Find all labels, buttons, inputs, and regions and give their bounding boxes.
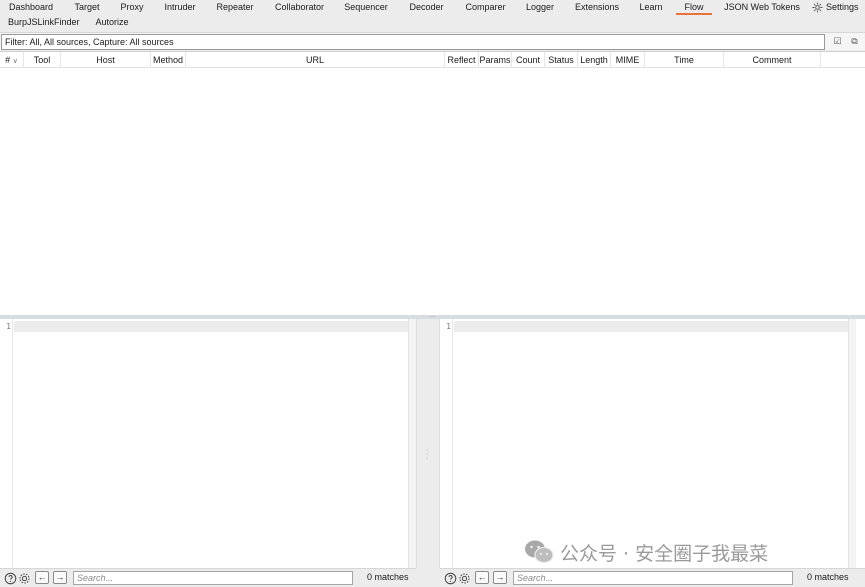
tab-autorize[interactable]: Autorize [94, 15, 130, 29]
tab-burpjslinkfinder[interactable]: BurpJSLinkFinder [8, 15, 80, 29]
response-search-bar: ← → Search... 0 matches [440, 568, 865, 587]
column-header-method[interactable]: Method [151, 52, 186, 68]
previous-match-button[interactable]: ← [475, 571, 489, 584]
column-number-label: # [5, 55, 11, 65]
column-header-host[interactable]: Host [61, 52, 151, 68]
tab-decoder[interactable]: Decoder [408, 0, 445, 14]
column-header-length[interactable]: Length [578, 52, 611, 68]
checkbox-icon[interactable]: ☑ [832, 36, 843, 47]
arrow-left-icon: ← [477, 572, 487, 582]
request-editor[interactable]: 1 [0, 319, 416, 568]
line-number: 1 [6, 322, 11, 331]
column-header-mime[interactable]: MIME [611, 52, 645, 68]
arrow-left-icon: ← [37, 572, 47, 582]
column-header-params[interactable]: Params [479, 52, 512, 68]
column-header-status[interactable]: Status [545, 52, 578, 68]
current-line-highlight [14, 321, 409, 332]
popout-icon[interactable]: ⧉ [849, 36, 860, 47]
tab-logger[interactable]: Logger [525, 0, 555, 14]
gear-icon [18, 572, 30, 584]
tab-target[interactable]: Target [72, 0, 102, 14]
settings-button[interactable]: Settings [812, 0, 859, 14]
column-header-tool[interactable]: Tool [24, 52, 61, 68]
tab-intruder[interactable]: Intruder [163, 0, 197, 14]
vertical-scrollbar[interactable] [408, 319, 416, 568]
tab-extensions[interactable]: Extensions [574, 0, 620, 14]
tab-repeater[interactable]: Repeater [215, 0, 255, 14]
vertical-splitter[interactable]: · · · [416, 319, 440, 568]
tab-comparer[interactable]: Comparer [464, 0, 507, 14]
column-header-count[interactable]: Count [512, 52, 545, 68]
arrow-right-icon: → [495, 572, 505, 582]
search-settings-button[interactable] [17, 571, 31, 585]
line-number-gutter: 1 [440, 319, 453, 568]
tab-json-web-tokens[interactable]: JSON Web Tokens [724, 0, 800, 14]
line-number-gutter: 1 [0, 319, 13, 568]
match-count: 0 matches [367, 572, 409, 582]
request-search-bar: ← → Search... 0 matches [0, 568, 416, 587]
tab-learn[interactable]: Learn [638, 0, 664, 14]
help-icon [444, 572, 456, 584]
arrow-right-icon: → [55, 572, 65, 582]
filter-field[interactable]: Filter: All, All sources, Capture: All s… [1, 34, 825, 50]
current-line-highlight [454, 321, 848, 332]
sort-chevron-icon: ∨ [12, 58, 18, 65]
search-settings-button[interactable] [457, 571, 471, 585]
help-button[interactable] [3, 571, 17, 585]
next-match-button[interactable]: → [53, 571, 67, 584]
response-editor[interactable]: 1 [440, 319, 865, 568]
tab-dashboard[interactable]: Dashboard [9, 0, 53, 14]
column-header-url[interactable]: URL [186, 52, 445, 68]
gear-icon [458, 572, 470, 584]
column-header-comment[interactable]: Comment [724, 52, 821, 68]
main-tab-bar: Dashboard Target Proxy Intruder Repeater… [0, 0, 865, 31]
splitter-grip-icon: ··· [426, 447, 429, 462]
flow-table[interactable]: # ∨ Tool Host Method URL Reflect Params … [0, 51, 865, 315]
line-number: 1 [446, 322, 451, 331]
vertical-scrollbar[interactable] [848, 319, 856, 568]
table-header: # ∨ Tool Host Method URL Reflect Params … [0, 52, 865, 68]
column-header-reflect[interactable]: Reflect [445, 52, 479, 68]
settings-label: Settings [826, 2, 859, 12]
tab-collaborator[interactable]: Collaborator [274, 0, 325, 14]
previous-match-button[interactable]: ← [35, 571, 49, 584]
help-button[interactable] [443, 571, 457, 585]
next-match-button[interactable]: → [493, 571, 507, 584]
tab-sequencer[interactable]: Sequencer [343, 0, 389, 14]
tab-flow[interactable]: Flow [676, 0, 712, 15]
search-input[interactable]: Search... [513, 571, 793, 585]
gear-icon [812, 1, 823, 13]
column-header-time[interactable]: Time [645, 52, 724, 68]
filter-bar: Filter: All, All sources, Capture: All s… [0, 32, 865, 50]
match-count: 0 matches [807, 572, 849, 582]
search-input[interactable]: Search... [73, 571, 353, 585]
column-header-number[interactable]: # ∨ [0, 52, 24, 68]
tab-proxy[interactable]: Proxy [120, 0, 144, 14]
help-icon [4, 572, 16, 584]
